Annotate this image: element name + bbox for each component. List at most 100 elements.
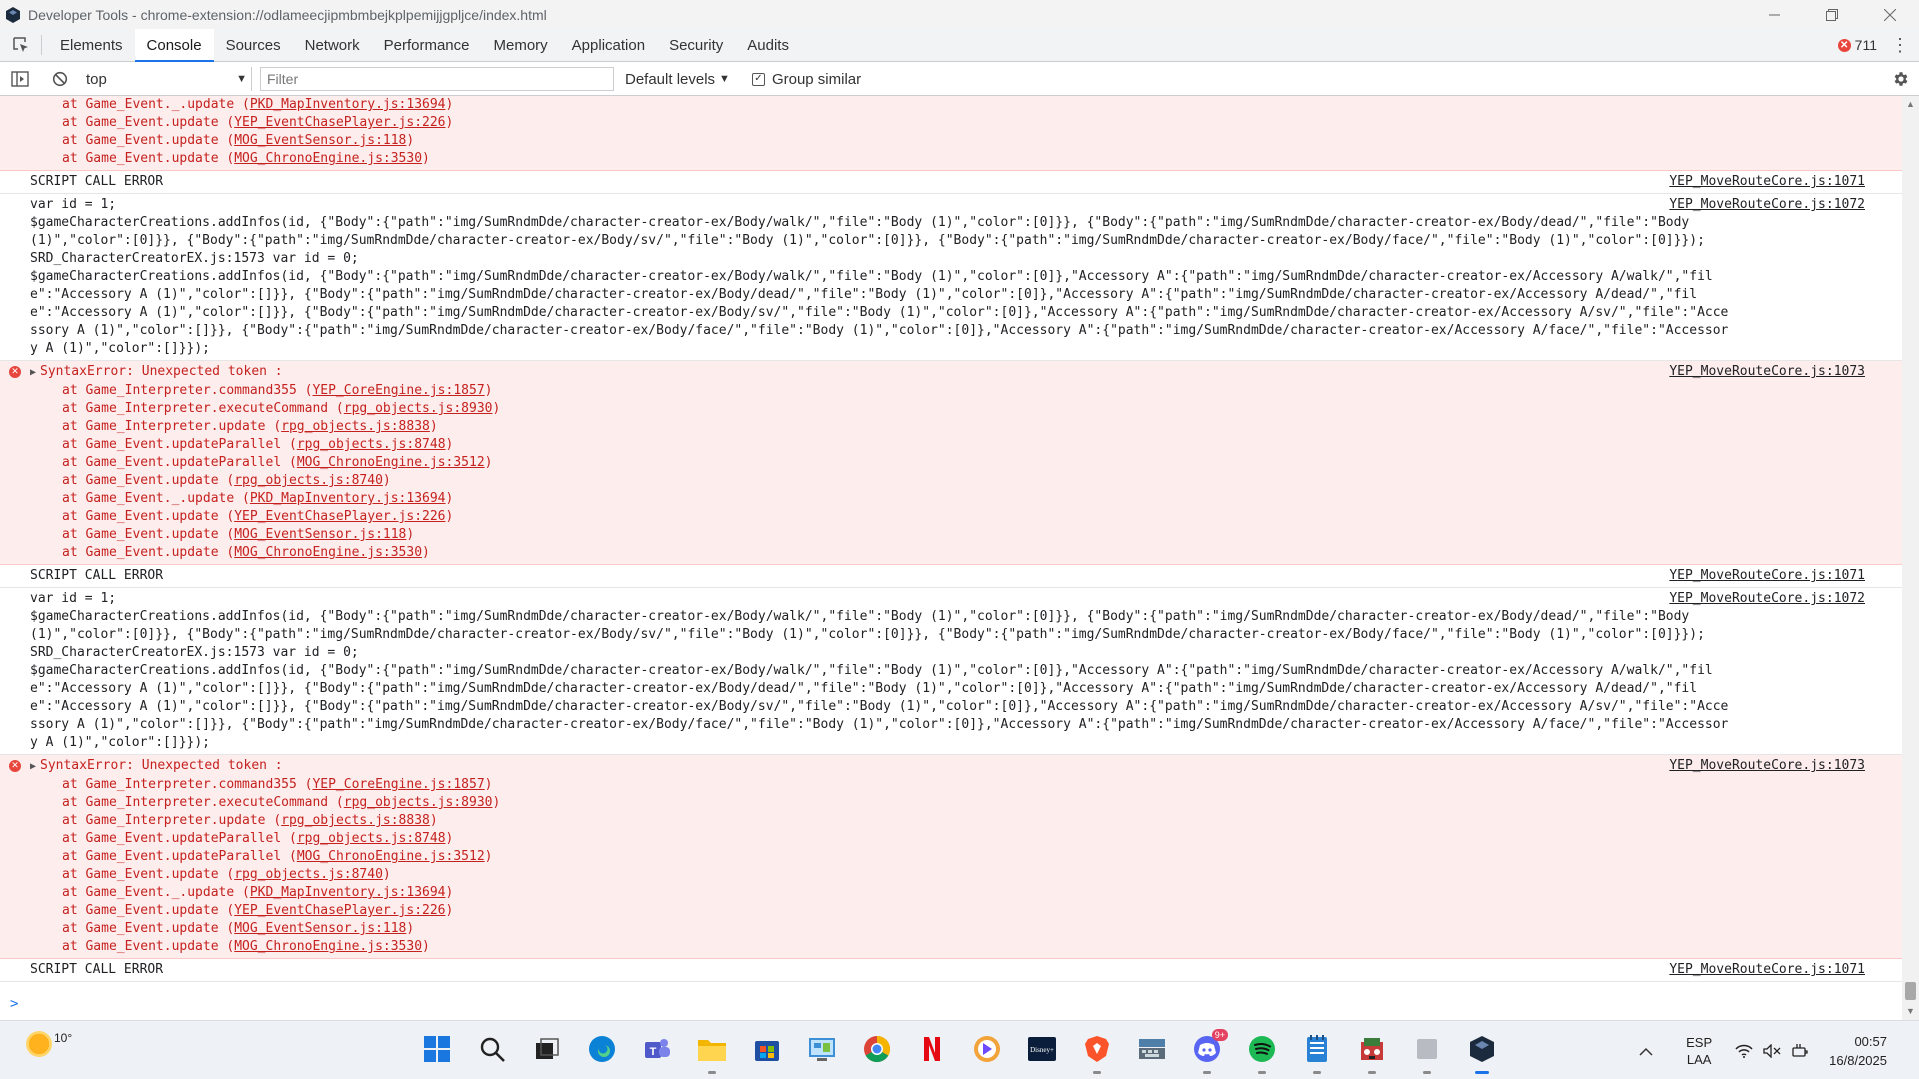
stack-frame-link[interactable]: YEP_CoreEngine.js:1857	[312, 777, 484, 792]
error-text: SyntaxError: Unexpected token :	[40, 364, 283, 379]
taskbar-app[interactable]: 9+	[1186, 1029, 1228, 1074]
stack-frame-link[interactable]: rpg_objects.js:8748	[297, 437, 446, 452]
scroll-down-arrow-icon[interactable]: ▼	[1902, 1003, 1919, 1020]
console-log-message[interactable]: YEP_MoveRouteCore.js:1071 SCRIPT CALL ERR…	[0, 171, 1902, 194]
source-link[interactable]: YEP_MoveRouteCore.js:1072	[1669, 196, 1865, 214]
taskbar-app[interactable]	[966, 1029, 1008, 1071]
tab-audits[interactable]: Audits	[735, 29, 801, 61]
stack-frame-link[interactable]: YEP_EventChasePlayer.js:226	[234, 115, 445, 130]
show-sidebar-button[interactable]	[6, 65, 34, 93]
scroll-up-arrow-icon[interactable]: ▲	[1902, 96, 1919, 113]
stack-frame-link[interactable]: MOG_EventSensor.js:118	[234, 527, 406, 542]
expand-triangle-icon[interactable]: ▶	[30, 364, 40, 382]
source-link[interactable]: YEP_MoveRouteCore.js:1071	[1669, 961, 1865, 979]
taskbar-app[interactable]	[581, 1029, 623, 1071]
tab-security[interactable]: Security	[657, 29, 735, 61]
taskbar-app[interactable]	[856, 1029, 898, 1071]
source-link[interactable]: YEP_MoveRouteCore.js:1072	[1669, 590, 1865, 608]
console-log-message[interactable]: YEP_MoveRouteCore.js:1071 SCRIPT CALL ERR…	[0, 959, 1902, 982]
console-output[interactable]: at Game_Event._.update (PKD_MapInventory…	[0, 96, 1902, 1020]
stack-frame-fn: at Game_Event._.update (	[62, 885, 250, 900]
input-language-indicator[interactable]: ESP LAA	[1677, 1034, 1721, 1068]
stack-frame-link[interactable]: PKD_MapInventory.js:13694	[250, 491, 446, 506]
stack-frame-link[interactable]: rpg_objects.js:8740	[234, 867, 383, 882]
show-hidden-icons-chevron-icon[interactable]	[1631, 1043, 1661, 1059]
error-header[interactable]: ▶ SyntaxError: Unexpected token :	[30, 363, 1902, 382]
taskbar-app[interactable]	[746, 1029, 788, 1071]
stack-frame-link[interactable]: PKD_MapInventory.js:13694	[250, 97, 446, 112]
log-levels-dropdown[interactable]: Default levels ▼	[625, 71, 730, 88]
tab-application[interactable]: Application	[560, 29, 657, 61]
taskbar-app[interactable]	[801, 1029, 843, 1071]
console-prompt[interactable]: >	[0, 992, 1902, 1016]
stack-frame-link[interactable]: MOG_ChronoEngine.js:3512	[297, 455, 485, 470]
group-similar-toggle[interactable]: ✓ Group similar	[751, 71, 861, 88]
stack-frame-link[interactable]: rpg_objects.js:8740	[234, 473, 383, 488]
console-settings-button[interactable]	[1889, 67, 1913, 91]
context-selector[interactable]: top ▼	[82, 67, 252, 91]
checkbox-checked-icon[interactable]: ✓	[751, 72, 765, 86]
stack-frame-link[interactable]: MOG_EventSensor.js:118	[234, 133, 406, 148]
console-error-message[interactable]: at Game_Event._.update (PKD_MapInventory…	[0, 96, 1902, 171]
taskbar-app[interactable]	[691, 1029, 733, 1074]
console-log-message[interactable]: YEP_MoveRouteCore.js:1072 var id = 1; $ga…	[0, 194, 1902, 361]
stack-frame-link[interactable]: rpg_objects.js:8748	[297, 831, 446, 846]
taskbar-app[interactable]	[1351, 1029, 1393, 1074]
taskbar-app[interactable]: Disney+	[1021, 1029, 1063, 1071]
taskbar-clock[interactable]: 00:57 16/8/2025	[1829, 1032, 1887, 1070]
quick-settings[interactable]	[1735, 1043, 1809, 1059]
taskbar-app[interactable]	[1406, 1029, 1448, 1074]
console-scrollbar[interactable]: ▲ ▼	[1902, 96, 1919, 1020]
stack-frame-link[interactable]: YEP_EventChasePlayer.js:226	[234, 509, 445, 524]
scrollbar-thumb[interactable]	[1905, 982, 1916, 1000]
source-link[interactable]: YEP_MoveRouteCore.js:1071	[1669, 173, 1865, 191]
expand-triangle-icon[interactable]: ▶	[30, 758, 40, 776]
stack-frame-link[interactable]: rpg_objects.js:8930	[344, 401, 493, 416]
clear-console-button[interactable]	[46, 65, 74, 93]
stack-frame-link[interactable]: MOG_ChronoEngine.js:3530	[234, 151, 422, 166]
stack-frame-link[interactable]: YEP_CoreEngine.js:1857	[312, 383, 484, 398]
tab-network[interactable]: Network	[293, 29, 372, 61]
stack-frame-link[interactable]: MOG_ChronoEngine.js:3530	[234, 545, 422, 560]
source-link[interactable]: YEP_MoveRouteCore.js:1071	[1669, 567, 1865, 585]
tab-memory[interactable]: Memory	[482, 29, 560, 61]
taskbar-app[interactable]	[416, 1029, 458, 1071]
stack-frame-link[interactable]: rpg_objects.js:8930	[344, 795, 493, 810]
console-error-message[interactable]: YEP_MoveRouteCore.js:1073 ✕ ▶ SyntaxError: …	[0, 755, 1902, 959]
stack-frame-link[interactable]: rpg_objects.js:8838	[281, 419, 430, 434]
stack-frame-link[interactable]: YEP_EventChasePlayer.js:226	[234, 903, 445, 918]
filter-input[interactable]	[260, 67, 614, 91]
close-button[interactable]	[1861, 0, 1919, 29]
taskbar-app[interactable]	[1241, 1029, 1283, 1074]
taskbar-app[interactable]	[1131, 1029, 1173, 1071]
inspect-element-button[interactable]	[0, 35, 42, 55]
console-log-message[interactable]: YEP_MoveRouteCore.js:1071 SCRIPT CALL ERR…	[0, 565, 1902, 588]
tab-performance[interactable]: Performance	[372, 29, 482, 61]
stack-frame-link[interactable]: PKD_MapInventory.js:13694	[250, 885, 446, 900]
stack-frame-link[interactable]: MOG_EventSensor.js:118	[234, 921, 406, 936]
taskbar-app[interactable]	[1461, 1029, 1503, 1074]
console-log-message[interactable]: YEP_MoveRouteCore.js:1072 var id = 1; $ga…	[0, 588, 1902, 755]
source-link[interactable]: YEP_MoveRouteCore.js:1073	[1669, 757, 1865, 775]
tab-sources[interactable]: Sources	[214, 29, 293, 61]
error-header[interactable]: ▶ SyntaxError: Unexpected token :	[30, 757, 1902, 776]
weather-widget[interactable]: 10°	[26, 1031, 72, 1057]
taskbar-app[interactable]	[911, 1029, 953, 1071]
stack-frame-link[interactable]: rpg_objects.js:8838	[281, 813, 430, 828]
stack-frame-link[interactable]: MOG_ChronoEngine.js:3530	[234, 939, 422, 954]
error-count-badge[interactable]: ✕ 711	[1837, 37, 1877, 53]
taskbar-app[interactable]	[471, 1029, 513, 1071]
tab-elements[interactable]: Elements	[48, 29, 135, 61]
tab-console[interactable]: Console	[134, 29, 214, 62]
taskbar-app[interactable]: T	[636, 1029, 678, 1071]
restore-button[interactable]	[1803, 0, 1861, 29]
stack-frame-close: )	[429, 419, 438, 434]
minimize-button[interactable]	[1745, 0, 1803, 29]
console-error-message[interactable]: YEP_MoveRouteCore.js:1073 ✕ ▶ SyntaxError: …	[0, 361, 1902, 565]
taskbar-app[interactable]	[526, 1029, 568, 1071]
more-options-icon[interactable]: ⋮	[1891, 36, 1909, 54]
taskbar-app[interactable]	[1296, 1029, 1338, 1074]
source-link[interactable]: YEP_MoveRouteCore.js:1073	[1669, 363, 1865, 381]
taskbar-app[interactable]	[1076, 1029, 1118, 1074]
stack-frame-link[interactable]: MOG_ChronoEngine.js:3512	[297, 849, 485, 864]
